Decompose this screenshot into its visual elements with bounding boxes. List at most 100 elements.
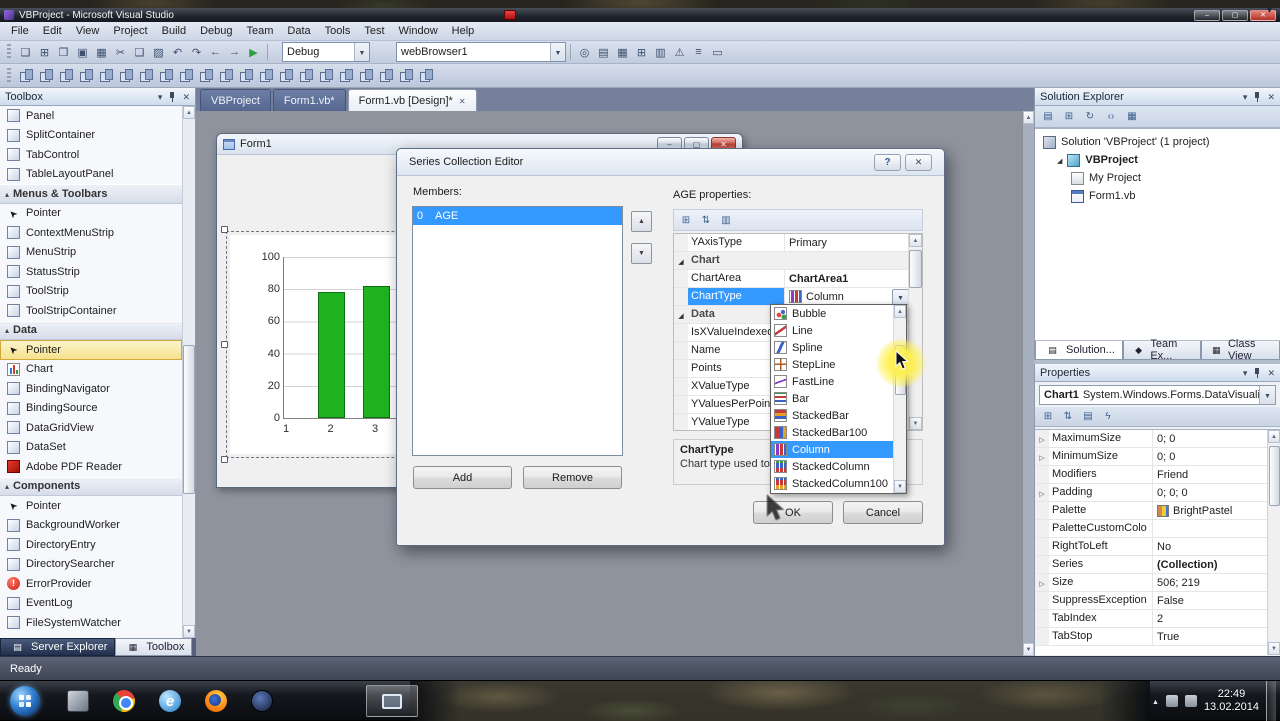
align-lefts-icon[interactable] (56, 66, 76, 85)
minimize-button[interactable]: – (1194, 10, 1220, 21)
lock-controls-icon[interactable] (416, 66, 436, 85)
make-same-width-icon[interactable] (176, 66, 196, 85)
vs-titlebar[interactable]: VBProject - Microsoft Visual Studio – ▢ … (0, 8, 1280, 22)
solution-explorer-icon[interactable]: ▤ (594, 43, 613, 62)
se-view-code-icon[interactable]: ‹› (1102, 108, 1120, 126)
toolbox-item[interactable]: StatusStrip (0, 262, 182, 282)
toolbox-item[interactable]: TabControl (0, 145, 182, 165)
close-icon[interactable] (1267, 367, 1275, 379)
toolbox-item[interactable]: Panel (0, 106, 182, 126)
decrease-horizontal-spacing-icon[interactable] (276, 66, 296, 85)
property-row[interactable]: MaximumSize 0; 0 (1035, 430, 1268, 448)
toolbox-item[interactable]: DataGridView (0, 418, 182, 438)
property-row[interactable]: Modifiers Friend (1035, 466, 1268, 484)
property-row[interactable]: Padding 0; 0; 0 (1035, 484, 1268, 502)
panel-tab[interactable]: ▤ Server Explorer (0, 638, 115, 656)
increase-vertical-spacing-icon[interactable] (336, 66, 356, 85)
solution-explorer-header[interactable]: Solution Explorer (1035, 88, 1280, 106)
property-row[interactable]: Chart (674, 252, 909, 270)
selection-handle[interactable] (221, 226, 228, 233)
menu-item[interactable]: Edit (36, 22, 69, 41)
toolbox-item[interactable]: ➤ Pointer (0, 204, 182, 224)
property-row[interactable]: ChartArea ChartArea1 (674, 270, 909, 288)
scrollbar-thumb[interactable] (909, 250, 922, 288)
move-up-button[interactable] (631, 211, 652, 232)
scrollbar-thumb[interactable] (1269, 446, 1280, 506)
increase-horizontal-spacing-icon[interactable] (256, 66, 276, 85)
menu-item[interactable]: Data (280, 22, 317, 41)
remove-button[interactable]: Remove (523, 466, 622, 489)
property-row[interactable]: Palette BrightPastel (1035, 502, 1268, 520)
properties-scrollbar[interactable] (1267, 430, 1280, 655)
expand-icon[interactable] (1039, 433, 1044, 445)
toolbox-item[interactable]: Menus & Toolbars (0, 184, 182, 204)
panel-tab[interactable]: ▤ Solution... (1035, 341, 1123, 360)
copy-icon[interactable]: ❑ (130, 43, 149, 62)
document-tab[interactable]: Form1.vb [Design]* (348, 89, 477, 111)
category-expander-icon[interactable] (678, 309, 683, 321)
document-tab[interactable]: Form1.vb* (273, 89, 346, 111)
toolbar-grip[interactable] (7, 44, 11, 60)
toolbox-item[interactable]: MenuStrip (0, 243, 182, 263)
taskbar-clock[interactable]: 22:49 13.02.2014 (1204, 688, 1259, 714)
decrease-vertical-spacing-icon[interactable] (356, 66, 376, 85)
toolbox-item[interactable]: BindingNavigator (0, 379, 182, 399)
find-icon[interactable]: ◎ (575, 43, 594, 62)
properties-header[interactable]: Properties (1035, 364, 1280, 382)
toolbox-item[interactable]: ➤ Pointer (0, 496, 182, 516)
toolbox-scrollbar[interactable] (182, 106, 195, 638)
dropdown-item[interactable]: StackedBar100 (771, 424, 893, 441)
dropdown-item[interactable]: StackedBar (771, 407, 893, 424)
window-position-icon[interactable] (1243, 367, 1248, 379)
toolbox-item[interactable]: FileSystemWatcher (0, 613, 182, 633)
align-middles-icon[interactable] (136, 66, 156, 85)
toolbox-item[interactable]: EventLog (0, 594, 182, 614)
tree-item[interactable]: Solution 'VBProject' (1 project) (1035, 133, 1280, 151)
window-position-icon[interactable] (1243, 91, 1248, 103)
dialog-help-button[interactable] (874, 154, 901, 171)
menu-item[interactable]: View (69, 22, 107, 41)
add-item-icon[interactable]: ⊞ (35, 43, 54, 62)
se-properties-icon[interactable]: ▤ (1039, 108, 1057, 126)
section-collapse-icon[interactable] (5, 324, 9, 336)
scroll-up-icon[interactable] (1023, 111, 1034, 124)
properties-window-icon[interactable]: ▦ (613, 43, 632, 62)
value-dropdown-button[interactable] (892, 289, 909, 305)
maximize-button[interactable]: ▢ (1222, 10, 1248, 21)
new-project-icon[interactable]: ❏ (16, 43, 35, 62)
menu-item[interactable]: Test (357, 22, 391, 41)
scroll-up-icon[interactable] (1268, 430, 1280, 443)
alphabetical-icon[interactable]: ⇅ (1059, 408, 1077, 426)
startup-object-combobox[interactable]: webBrowser1 (396, 42, 566, 62)
align-tops-icon[interactable] (116, 66, 136, 85)
se-show-all-icon[interactable]: ⊞ (1060, 108, 1078, 126)
scroll-down-icon[interactable] (909, 417, 922, 430)
se-refresh-icon[interactable]: ↻ (1081, 108, 1099, 126)
close-icon[interactable] (182, 91, 190, 103)
menu-item[interactable]: Team (240, 22, 281, 41)
toolbar-grip[interactable] (7, 68, 11, 84)
taskbar-app-button[interactable] (60, 685, 96, 717)
taskbar-app-button[interactable] (152, 685, 188, 717)
toolbox-window-icon[interactable]: ▥ (651, 43, 670, 62)
move-down-button[interactable] (631, 243, 652, 264)
start-debug-icon[interactable]: ▶ (244, 43, 263, 62)
dropdown-item[interactable]: Bubble (771, 305, 893, 322)
toolbox-item[interactable]: Data (0, 321, 182, 341)
property-grid-scrollbar[interactable] (908, 234, 922, 430)
panel-tab[interactable]: ▦ Class View (1201, 341, 1280, 360)
toolbox-item[interactable]: Components (0, 477, 182, 497)
property-row[interactable]: PaletteCustomColo (1035, 520, 1268, 538)
taskbar-app-button[interactable] (366, 685, 418, 717)
dropdown-item[interactable]: StackedColumn (771, 458, 893, 475)
panel-tab[interactable]: ▦ Toolbox (115, 638, 192, 656)
property-row[interactable]: Series (Collection) (1035, 556, 1268, 574)
events-icon[interactable]: ϟ (1099, 408, 1117, 426)
property-row[interactable]: RightToLeft No (1035, 538, 1268, 556)
send-to-back-icon[interactable] (36, 66, 56, 85)
command-window-icon[interactable]: ▭ (708, 43, 727, 62)
toolbox-item[interactable]: ! ErrorProvider (0, 574, 182, 594)
toolbox-item[interactable]: Chart (0, 360, 182, 380)
toolbox-item[interactable]: TableLayoutPanel (0, 165, 182, 185)
configuration-combobox[interactable]: Debug (282, 42, 370, 62)
